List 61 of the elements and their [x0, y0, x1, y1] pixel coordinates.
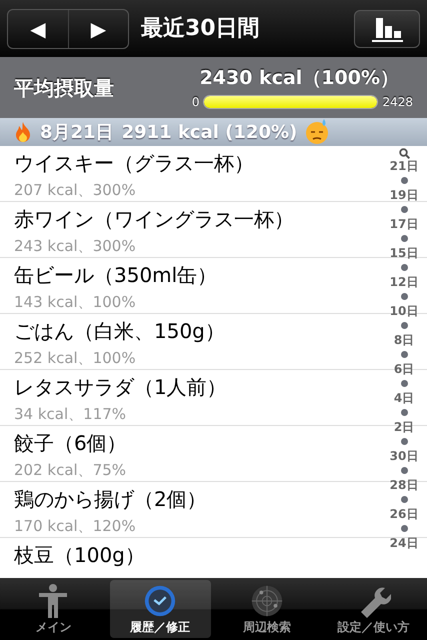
index-date[interactable]: 28日	[390, 478, 418, 492]
food-name: 鶏のから揚げ（2個）	[14, 486, 207, 513]
tab[interactable]: メイン	[3, 580, 104, 638]
index-date[interactable]: 30日	[390, 449, 418, 463]
index-date[interactable]: 6日	[394, 362, 414, 376]
gauge-max: 2428	[382, 94, 413, 111]
index-dot[interactable]	[400, 496, 408, 503]
index-dot[interactable]	[400, 235, 408, 242]
previous-button[interactable]: ◀	[8, 10, 68, 48]
index-date[interactable]: 17日	[390, 217, 418, 231]
food-calories: 252 kcal、100%	[14, 348, 136, 369]
index-date[interactable]: 4日	[394, 391, 414, 405]
index-dot[interactable]	[400, 438, 408, 445]
index-date[interactable]: 24日	[390, 536, 418, 550]
food-name: ウイスキー（グラス一杯）	[14, 150, 254, 177]
index-date[interactable]: 15日	[390, 246, 418, 260]
food-name: レタスサラダ（1人前）	[14, 374, 227, 401]
index-dot[interactable]	[400, 293, 408, 300]
day-date: 8月21日	[40, 120, 114, 144]
chart-button[interactable]	[354, 10, 420, 48]
index-date[interactable]: 21日	[390, 159, 418, 173]
index-dot[interactable]	[400, 525, 408, 532]
average-value: 2430 kcal（100%）	[200, 66, 399, 92]
food-name: 餃子（6個）	[14, 430, 127, 457]
search-icon[interactable]	[398, 148, 410, 159]
bar-chart-icon	[370, 16, 404, 42]
index-date[interactable]: 10日	[390, 304, 418, 318]
tab[interactable]: 周辺検索	[216, 580, 318, 638]
index-dot[interactable]	[400, 206, 408, 213]
index-date[interactable]: 2日	[394, 420, 414, 434]
food-name: ごはん（白米、150g）	[14, 318, 225, 345]
index-dot[interactable]	[400, 322, 408, 329]
gauge-min: 0	[192, 94, 200, 111]
day-total: 2911 kcal (120%)	[122, 120, 298, 144]
food-name: 缶ビール（350ml缶）	[14, 262, 218, 289]
food-calories: 170 kcal、120%	[14, 516, 136, 537]
index-dot[interactable]	[400, 380, 408, 387]
food-calories: 243 kcal、300%	[14, 236, 136, 257]
summary-label: 平均摂取量	[14, 74, 115, 102]
next-button[interactable]: ▶	[68, 10, 128, 48]
index-dot[interactable]	[400, 351, 408, 358]
food-calories: 143 kcal、100%	[14, 292, 136, 313]
index-date[interactable]: 19日	[390, 188, 418, 202]
flame-icon	[14, 122, 32, 142]
index-date[interactable]: 8日	[394, 333, 414, 347]
food-name: 赤ワイン（ワイングラス一杯）	[14, 206, 294, 233]
food-name: 枝豆（100g）	[14, 542, 145, 569]
index-date[interactable]: 26日	[390, 507, 418, 521]
index-dot[interactable]	[400, 467, 408, 474]
food-calories: 207 kcal、300%	[14, 180, 136, 201]
food-calories: 202 kcal、75%	[14, 460, 126, 481]
index-dot[interactable]	[400, 177, 408, 184]
tab[interactable]: 設定／使い方	[323, 580, 424, 638]
sweat-face-icon	[305, 119, 330, 145]
tab[interactable]: 履歴／修正	[110, 580, 210, 638]
window-title: 最近30日間	[141, 15, 261, 43]
person-icon	[37, 584, 70, 618]
index-dot[interactable]	[400, 409, 408, 416]
index-date[interactable]: 12日	[390, 275, 418, 289]
index-dot[interactable]	[400, 264, 408, 271]
food-calories: 34 kcal、117%	[14, 404, 126, 425]
